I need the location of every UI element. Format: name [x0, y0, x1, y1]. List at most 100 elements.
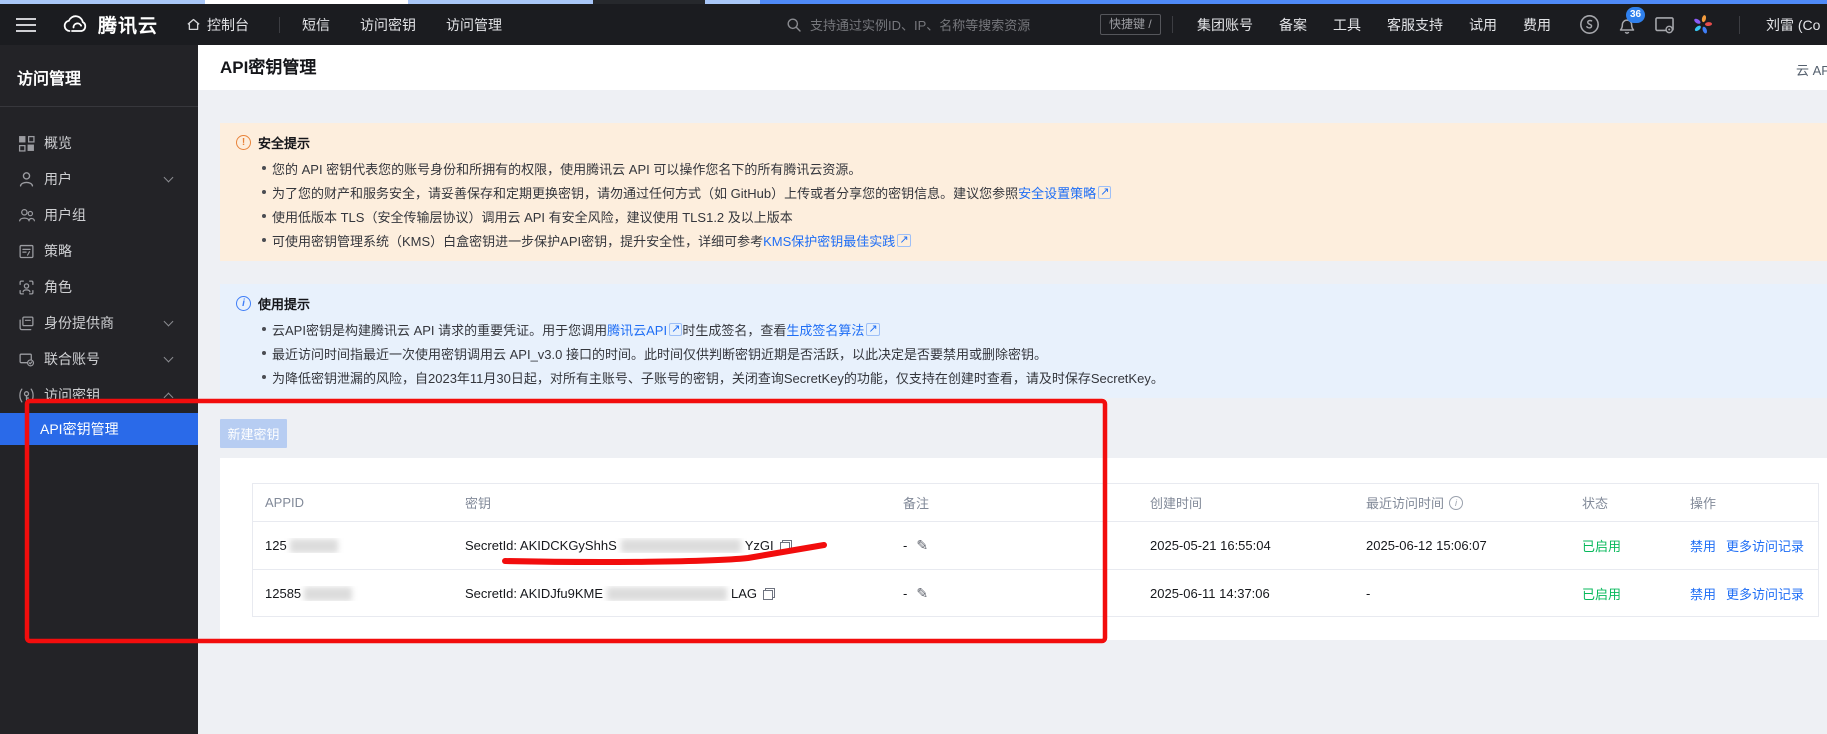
edit-remark-icon[interactable]: ✎ — [916, 585, 928, 602]
nav-divider — [279, 17, 280, 33]
col-remark: 备注 — [903, 493, 1150, 512]
content-area: ! 安全提示 您的 API 密钥代表您的账号身份和所拥有的权限，使用腾讯云 AP… — [198, 90, 1827, 734]
cloud-logo-icon — [60, 14, 90, 36]
create-key-button[interactable]: 新建密钥 — [220, 419, 287, 448]
secret-cell: SecretId: AKIDJfu9KME LAG — [465, 586, 903, 601]
appid-cell: 125 — [265, 538, 465, 553]
external-link-icon: ↗ — [669, 323, 682, 336]
overview-icon — [18, 135, 35, 152]
created-cell: 2025-06-11 14:37:06 — [1150, 586, 1366, 601]
cloud-api-key-link[interactable]: 云 AP — [1796, 60, 1827, 79]
tencent-cloud-api-link[interactable]: 腾讯云API — [607, 320, 667, 339]
menu-tools[interactable]: 工具 — [1333, 15, 1361, 35]
policy-icon — [18, 243, 35, 260]
ai-assistant-icon[interactable] — [1692, 14, 1713, 35]
info-icon: i — [236, 296, 251, 311]
federated-account-icon — [18, 351, 35, 368]
usage-tips-panel: i 使用提示 云API密钥是构建腾讯云 API 请求的重要凭证。用于您调用腾讯云… — [220, 284, 1827, 398]
masked-appid — [290, 539, 338, 553]
security-policy-link[interactable]: 安全设置策略 — [1018, 183, 1096, 202]
user-icon — [18, 171, 35, 188]
menu-billing[interactable]: 费用 — [1523, 15, 1551, 35]
last-access-cell: 2025-06-12 15:06:07 — [1366, 538, 1582, 553]
col-last-access: 最近访问时间 i — [1366, 493, 1582, 512]
nav-console[interactable]: 控制台 — [186, 15, 249, 35]
sidebar-item-federated-accounts[interactable]: 联合账号 — [0, 341, 198, 377]
actions-cell: 禁用 更多访问记录 — [1690, 584, 1818, 603]
sidebar-item-roles[interactable]: 角色 — [0, 269, 198, 305]
menu-support[interactable]: 客服支持 — [1387, 15, 1443, 35]
nav-cam[interactable]: 访问管理 — [446, 15, 502, 35]
user-account-menu[interactable]: 刘雷 (Co — [1766, 15, 1820, 35]
identity-provider-icon — [18, 315, 35, 332]
col-status: 状态 — [1582, 493, 1690, 512]
menu-group-account[interactable]: 集团账号 — [1197, 15, 1253, 35]
home-icon — [186, 17, 201, 32]
notifications-button[interactable]: 36 — [1617, 15, 1637, 35]
hamburger-menu-icon[interactable] — [16, 18, 36, 32]
usage-tips-title: 使用提示 — [258, 294, 310, 313]
masked-appid — [304, 587, 352, 601]
tooltip-info-icon[interactable]: i — [1449, 496, 1463, 510]
kms-best-practice-link[interactable]: KMS保护密钥最佳实践 — [763, 231, 895, 250]
page-title: API密钥管理 — [220, 45, 316, 90]
global-search-input[interactable]: 支持通过实例ID、IP、名称等搜索资源 — [786, 4, 1030, 45]
edit-remark-icon[interactable]: ✎ — [916, 537, 928, 554]
table-row: 12585 SecretId: AKIDJfu9KME LAG - ✎ 2025… — [253, 569, 1818, 617]
notification-badge: 36 — [1626, 7, 1645, 23]
role-icon — [18, 279, 35, 296]
col-actions: 操作 — [1690, 493, 1818, 512]
status-badge: 已启用 — [1582, 536, 1690, 555]
topbar-divider — [1172, 16, 1173, 33]
tencent-cloud-logo[interactable]: 腾讯云 — [60, 11, 158, 38]
table-row: 125 SecretId: AKIDCKGyShhS YzGI - ✎ 2025… — [253, 521, 1818, 569]
col-created: 创建时间 — [1150, 493, 1366, 512]
sidebar-item-policies[interactable]: 策略 — [0, 233, 198, 269]
chevron-down-icon — [164, 353, 174, 363]
security-tips-title-row: ! 安全提示 — [236, 131, 1811, 153]
sidebar-item-user-groups[interactable]: 用户组 — [0, 197, 198, 233]
topbar-right-menu: 集团账号 备案 工具 客服支持 试用 费用 36 — [1197, 4, 1820, 45]
secret-cell: SecretId: AKIDCKGyShhS YzGI — [465, 538, 903, 553]
menu-icp-filing[interactable]: 备案 — [1279, 15, 1307, 35]
sidebar-title: 访问管理 — [0, 45, 198, 89]
main-area: API密钥管理 云 AP ! 安全提示 您的 API 密钥代表您的账号身份和所拥… — [198, 45, 1827, 734]
more-access-records-link[interactable]: 更多访问记录 — [1726, 584, 1804, 603]
col-secret: 密钥 — [465, 493, 903, 512]
search-shortcut-hint: 快捷键 / — [1100, 14, 1161, 35]
disable-key-link[interactable]: 禁用 — [1690, 584, 1716, 603]
page-header: API密钥管理 云 AP — [198, 45, 1827, 90]
external-link-icon: ↗ — [1098, 186, 1111, 199]
sidebar-subitem-api-key-management[interactable]: API密钥管理 — [0, 413, 198, 445]
search-icon — [786, 17, 802, 33]
sidebar-item-identity-providers[interactable]: 身份提供商 — [0, 305, 198, 341]
service-ticket-icon[interactable] — [1579, 14, 1600, 35]
nav-access-key[interactable]: 访问密钥 — [360, 15, 416, 35]
created-cell: 2025-05-21 16:55:04 — [1150, 538, 1366, 553]
chevron-down-icon — [164, 317, 174, 327]
warning-icon: ! — [236, 135, 251, 150]
signature-algorithm-link[interactable]: 生成签名算法 — [786, 320, 864, 339]
user-group-icon — [18, 207, 35, 224]
copy-icon[interactable] — [763, 588, 775, 600]
disable-key-link[interactable]: 禁用 — [1690, 536, 1716, 555]
security-tips-panel: ! 安全提示 您的 API 密钥代表您的账号身份和所拥有的权限，使用腾讯云 AP… — [220, 123, 1827, 261]
access-key-icon — [18, 387, 35, 404]
chevron-down-icon — [164, 173, 174, 183]
security-bullet-3: 使用低版本 TLS（安全传输层协议）调用云 API 有安全风险，建议使用 TLS… — [236, 204, 1811, 228]
masked-secret — [607, 587, 727, 601]
usage-bullet-3: 为降低密钥泄漏的风险，自2023年11月30日起，对所有主账号、子账号的密钥，关… — [236, 365, 1811, 389]
more-access-records-link[interactable]: 更多访问记录 — [1726, 536, 1804, 555]
console-settings-icon[interactable] — [1654, 14, 1675, 35]
sidebar-item-users[interactable]: 用户 — [0, 161, 198, 197]
copy-icon[interactable] — [780, 540, 792, 552]
key-table-card: APPID 密钥 备注 创建时间 最近访问时间 i 状态 操作 125 — [220, 458, 1827, 640]
usage-bullet-1: 云API密钥是构建腾讯云 API 请求的重要凭证。用于您调用腾讯云API↗时生成… — [236, 317, 1811, 341]
menu-trial[interactable]: 试用 — [1469, 15, 1497, 35]
key-table: APPID 密钥 备注 创建时间 最近访问时间 i 状态 操作 125 — [252, 483, 1819, 617]
sidebar-item-overview[interactable]: 概览 — [0, 125, 198, 161]
nav-sms[interactable]: 短信 — [302, 15, 330, 35]
sidebar-item-access-keys[interactable]: 访问密钥 — [0, 377, 198, 413]
usage-bullet-2: 最近访问时间指最近一次使用密钥调用云 API_v3.0 接口的时间。此时间仅供判… — [236, 341, 1811, 365]
browser-tab-strip — [0, 0, 1827, 4]
